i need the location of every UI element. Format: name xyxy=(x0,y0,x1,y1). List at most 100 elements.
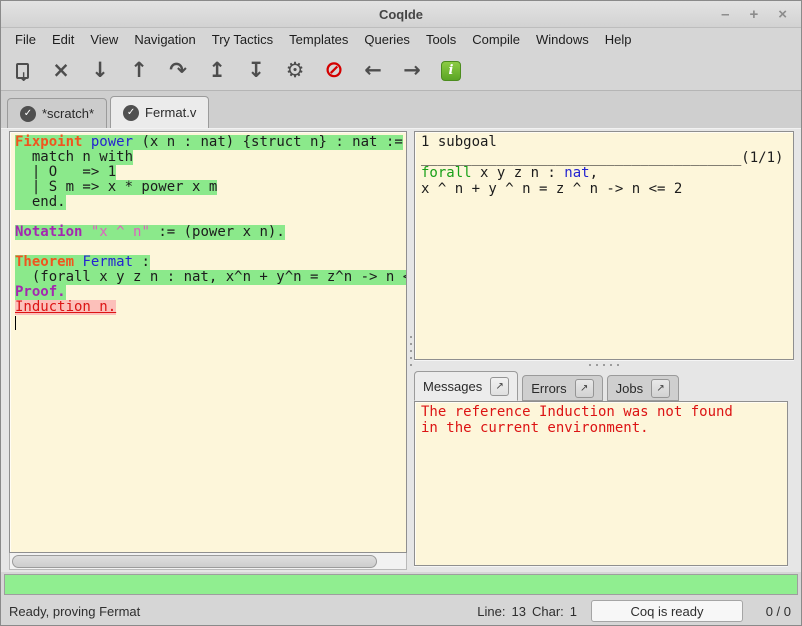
detach-button[interactable]: ↗ xyxy=(651,379,670,398)
menu-item-edit[interactable]: Edit xyxy=(44,29,82,50)
save-arrow-icon: ↓ xyxy=(18,71,28,83)
detach-button[interactable]: ↗ xyxy=(575,379,594,398)
code-line[interactable]: end. xyxy=(15,195,406,210)
script-editor[interactable]: Fixpoint power (x n : nat) {struct n} : … xyxy=(9,131,407,553)
minimize-button[interactable]: – xyxy=(721,7,729,22)
goal-view[interactable]: 1 subgoal_______________________________… xyxy=(414,131,794,360)
horizontal-scrollbar[interactable] xyxy=(9,553,407,570)
goal-line[interactable]: ______________________________________(1… xyxy=(421,151,787,167)
detach-arrow-icon: ↗ xyxy=(496,381,504,392)
main-area: Fixpoint power (x n : nat) {struct n} : … xyxy=(1,129,801,572)
previous-occurrence-icon: ← xyxy=(364,60,382,81)
vertical-splitter[interactable] xyxy=(407,131,414,570)
tab-messages[interactable]: Messages↗ xyxy=(414,371,518,401)
horizontal-splitter[interactable] xyxy=(414,360,794,369)
menu-item-help[interactable]: Help xyxy=(597,29,640,50)
window-controls: – + × xyxy=(721,7,801,22)
about-icon: i xyxy=(441,61,461,81)
close-button[interactable]: × xyxy=(778,7,787,22)
editor-tab-scratch[interactable]: ✓ *scratch* xyxy=(7,98,107,128)
tab-label: Jobs xyxy=(616,381,643,396)
restart-to-start-button[interactable]: ↥ xyxy=(204,58,230,84)
code-line[interactable]: Induction n. xyxy=(15,300,406,315)
menu-item-compile[interactable]: Compile xyxy=(464,29,528,50)
go-to-end-button[interactable]: ↧ xyxy=(243,58,269,84)
forward-one-command-icon: ↓ xyxy=(91,60,109,81)
menu-item-queries[interactable]: Queries xyxy=(356,29,418,50)
message-notebook: Messages↗Errors↗ Jobs ↗ The reference Indu… xyxy=(414,369,794,570)
restart-to-start-icon: ↥ xyxy=(208,60,226,81)
fully-check-document-button[interactable]: ⚙ xyxy=(282,58,308,84)
message-line: in the current environment. xyxy=(421,421,781,437)
code-line[interactable] xyxy=(15,240,406,255)
menu-bar: FileEditViewNavigationTry TacticsTemplat… xyxy=(1,28,801,51)
next-occurrence-button[interactable]: → xyxy=(399,58,425,84)
previous-occurrence-button[interactable]: ← xyxy=(360,58,386,84)
code-line[interactable] xyxy=(15,315,406,330)
line-label: Line: xyxy=(477,604,505,619)
code-line[interactable]: (forall x y z n : nat, x^n + y^n = z^n -… xyxy=(15,270,406,285)
message-line: The reference Induction was not found xyxy=(421,405,781,421)
go-to-cursor-icon: ↷ xyxy=(169,60,187,81)
backward-one-command-icon: ↑ xyxy=(130,60,148,81)
next-occurrence-icon: → xyxy=(403,60,421,81)
code-line[interactable] xyxy=(15,210,406,225)
interrupt-icon: ⊘ xyxy=(324,59,343,82)
code-line[interactable]: Fixpoint power (x n : nat) {struct n} : … xyxy=(15,135,406,150)
status-message: Ready, proving Fermat xyxy=(9,604,477,619)
goal-line[interactable]: 1 subgoal xyxy=(421,135,787,151)
menu-item-try-tactics[interactable]: Try Tactics xyxy=(204,29,281,50)
scrollbar-thumb[interactable] xyxy=(12,555,377,568)
saved-check-icon: ✓ xyxy=(123,105,139,121)
char-value: 1 xyxy=(570,604,577,619)
title-bar[interactable]: CoqIde – + × xyxy=(1,1,801,28)
menu-item-windows[interactable]: Windows xyxy=(528,29,597,50)
jobs-count: 0 / 0 xyxy=(757,604,791,619)
goal-line[interactable]: x ^ n + y ^ n = z ^ n -> n <= 2 xyxy=(421,182,787,198)
code-line[interactable]: | S m => x * power x m xyxy=(15,180,406,195)
progress-fill xyxy=(5,575,797,594)
save-icon: ↓ xyxy=(16,63,29,79)
coq-status-indicator: Coq is ready xyxy=(591,600,743,622)
go-to-cursor-button[interactable]: ↷ xyxy=(165,58,191,84)
menu-item-file[interactable]: File xyxy=(7,29,44,50)
menu-item-tools[interactable]: Tools xyxy=(418,29,464,50)
tab-errors[interactable]: Errors↗ xyxy=(522,375,602,401)
code-line[interactable]: Theorem Fermat : xyxy=(15,255,406,270)
saved-check-icon: ✓ xyxy=(20,106,36,122)
forward-one-command-button[interactable]: ↓ xyxy=(87,58,113,84)
editor-tab-label: Fermat.v xyxy=(145,105,196,120)
goal-line[interactable]: forall x y z n : nat, xyxy=(421,166,787,182)
backward-one-command-button[interactable]: ↑ xyxy=(126,58,152,84)
go-to-end-icon: ↧ xyxy=(247,60,265,81)
message-tabs: Messages↗Errors↗ Jobs ↗ xyxy=(414,369,794,401)
progress-area xyxy=(1,572,801,597)
menu-item-templates[interactable]: Templates xyxy=(281,29,356,50)
text-cursor xyxy=(15,316,16,330)
save-button[interactable]: ↓ xyxy=(9,58,35,84)
code-line[interactable]: match n with xyxy=(15,150,406,165)
right-panel: 1 subgoal_______________________________… xyxy=(414,131,794,570)
editor-tab-fermatv[interactable]: ✓ Fermat.v xyxy=(110,96,209,128)
line-value: 13 xyxy=(512,604,526,619)
detach-button[interactable]: ↗ xyxy=(490,377,509,396)
tab-jobs[interactable]: Jobs ↗ xyxy=(607,375,679,401)
maximize-button[interactable]: + xyxy=(749,7,758,22)
messages-view[interactable]: The reference Induction was not foundin … xyxy=(414,401,788,566)
window-title: CoqIde xyxy=(1,7,801,22)
menu-item-navigation[interactable]: Navigation xyxy=(126,29,203,50)
progress-bar xyxy=(4,574,798,595)
detach-arrow-icon: ↗ xyxy=(580,383,588,394)
close-icon: × xyxy=(52,60,70,81)
interrupt-button[interactable]: ⊘ xyxy=(321,58,347,84)
char-label: Char: xyxy=(532,604,564,619)
fully-check-document-icon: ⚙ xyxy=(286,60,305,81)
code-line[interactable]: Proof. xyxy=(15,285,406,300)
close-button[interactable]: × xyxy=(48,58,74,84)
code-line[interactable]: Notation "x ^ n" := (power x n). xyxy=(15,225,406,240)
status-bar: Ready, proving Fermat Line: 13 Char: 1 C… xyxy=(1,597,801,625)
about-button[interactable]: i xyxy=(438,58,464,84)
code-line[interactable]: | O => 1 xyxy=(15,165,406,180)
editor-tab-label: *scratch* xyxy=(42,106,94,121)
menu-item-view[interactable]: View xyxy=(82,29,126,50)
